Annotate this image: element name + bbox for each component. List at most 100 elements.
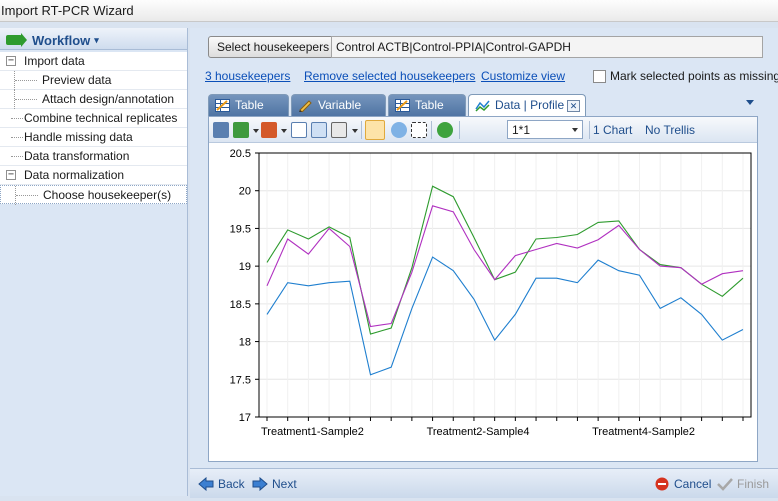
- window-title-bar: Import RT-PCR Wizard: [0, 0, 778, 22]
- tree-connector: [11, 137, 23, 138]
- save-image-icon[interactable]: [311, 122, 327, 138]
- chevron-down-icon: ▾: [94, 34, 99, 45]
- workflow-label: Workflow: [32, 32, 91, 48]
- window-title: Import RT-PCR Wizard: [1, 3, 134, 18]
- next-label: Next: [272, 477, 297, 491]
- remove-selected-housekeepers-link[interactable]: Remove selected housekeepers: [304, 69, 475, 83]
- sidebar-item-label: Handle missing data: [24, 130, 133, 144]
- y-tick-label: 17.5: [230, 374, 251, 386]
- tree-connector: [11, 156, 23, 157]
- sidebar-item-handle-missing-data[interactable]: Handle missing data: [0, 128, 187, 147]
- pointer-select-icon[interactable]: [365, 120, 385, 140]
- tab-table-1[interactable]: Table: [208, 94, 289, 116]
- y-tick-label: 18: [239, 337, 251, 349]
- checkmark-icon: [717, 478, 733, 491]
- back-button[interactable]: Back: [198, 477, 245, 491]
- chart-toolbar: 1*1 1 Chart No Trellis: [209, 117, 757, 143]
- tree-connector: [14, 90, 38, 109]
- toolbar-separator: [459, 121, 460, 139]
- sidebar-item-import-data[interactable]: − Import data: [0, 52, 187, 71]
- chart-count-button[interactable]: 1 Chart: [593, 123, 632, 137]
- close-icon[interactable]: ✕: [567, 100, 580, 112]
- select-housekeepers-button[interactable]: Select housekeepers: [208, 36, 339, 58]
- tab-data-profile[interactable]: Data | Profile ✕: [468, 94, 586, 117]
- profile-chart-icon: [475, 100, 490, 112]
- sidebar-item-label: Choose housekeeper(s): [43, 188, 172, 202]
- trellis-button[interactable]: No Trellis: [645, 123, 695, 137]
- workflow-sidebar: Workflow ▾ − Import data Preview data Attac…: [0, 28, 188, 496]
- table-icon: [215, 99, 230, 112]
- customize-view-link[interactable]: Customize view: [481, 69, 565, 83]
- profile-view-panel: 1*1 1 Chart No Trellis 17 17.5 18 18.5 19 19.…: [208, 116, 758, 462]
- region-select-icon[interactable]: [411, 122, 427, 138]
- profile-line-chart[interactable]: 17 17.5 18 18.5 19 19.5 20 20.5 Treatment1-Sampl…: [209, 143, 757, 461]
- print-dropdown-icon[interactable]: [352, 129, 358, 133]
- x-tick-label: Treatment2-Sample4: [427, 426, 530, 438]
- table-icon: [395, 99, 410, 112]
- sidebar-item-preview-data[interactable]: Preview data: [0, 71, 187, 90]
- sidebar-item-combine-technical-replicates[interactable]: Combine technical replicates: [0, 109, 187, 128]
- zoom-icon[interactable]: [391, 122, 407, 138]
- tree-connector: [11, 118, 23, 119]
- y-tick-label: 19: [239, 261, 251, 273]
- tree-connector: [14, 71, 38, 90]
- next-button[interactable]: Next: [252, 477, 297, 491]
- tab-variable-label: Variable: [318, 98, 362, 112]
- tab-table-1-label: Table: [235, 98, 264, 112]
- print-icon[interactable]: [331, 122, 347, 138]
- sidebar-item-attach-design-annotation[interactable]: Attach design/annotation: [0, 90, 187, 109]
- sidebar-item-label: Attach design/annotation: [42, 92, 175, 106]
- pencil-icon: [299, 100, 312, 112]
- copy-icon[interactable]: [291, 122, 307, 138]
- excel-export-dropdown-icon[interactable]: [253, 129, 259, 133]
- workflow-arrow-icon: [6, 33, 27, 47]
- y-tick-label: 17: [239, 412, 251, 424]
- tab-table-2[interactable]: Table: [388, 94, 466, 116]
- y-tick-label: 20: [239, 186, 251, 198]
- sidebar-item-label: Combine technical replicates: [24, 111, 178, 125]
- cancel-label: Cancel: [674, 477, 712, 491]
- sidebar-item-label: Import data: [24, 54, 85, 68]
- housekeepers-field[interactable]: Control ACTB|Control-PPIA|Control-GAPDH: [331, 36, 763, 58]
- workflow-tree: − Import data Preview data Attach design/an…: [0, 52, 187, 205]
- layout-dropdown-value: 1*1: [512, 123, 531, 137]
- chevron-down-icon: [572, 128, 578, 132]
- finish-label: Finish: [737, 477, 770, 491]
- sidebar-item-data-transformation[interactable]: Data transformation: [0, 147, 187, 166]
- tab-data-profile-label: Data | Profile: [495, 98, 565, 112]
- tab-variable[interactable]: Variable: [291, 94, 386, 116]
- chart-settings-icon[interactable]: [213, 122, 229, 138]
- collapse-icon[interactable]: −: [6, 56, 16, 66]
- y-tick-label: 20.5: [230, 148, 251, 160]
- wizard-footer: Back Next Cancel Finish: [190, 468, 778, 498]
- stop-icon: [655, 477, 669, 491]
- toolbar-separator: [431, 121, 432, 139]
- tab-table-2-label: Table: [415, 98, 444, 112]
- housekeepers-count-link[interactable]: 3 housekeepers: [205, 69, 290, 83]
- sidebar-item-label: Data transformation: [24, 149, 130, 163]
- mark-missing-checkbox[interactable]: [593, 70, 606, 83]
- refresh-icon[interactable]: [437, 122, 453, 138]
- toolbar-separator: [589, 121, 590, 139]
- collapse-icon[interactable]: −: [6, 170, 16, 180]
- layout-dropdown[interactable]: 1*1: [507, 120, 583, 139]
- finish-button[interactable]: Finish: [717, 477, 769, 491]
- main-area: Select housekeepers Control ACTB|Control…: [190, 28, 778, 468]
- powerpoint-export-dropdown-icon[interactable]: [281, 129, 287, 133]
- sidebar-item-choose-housekeeper-s[interactable]: Choose housekeeper(s): [0, 185, 187, 205]
- next-arrow-icon: [252, 477, 268, 491]
- mark-missing-label: Mark selected points as missing: [610, 69, 778, 83]
- plot-area: [259, 153, 751, 417]
- sidebar-item-label: Preview data: [42, 73, 112, 87]
- cancel-button[interactable]: Cancel: [654, 477, 711, 491]
- y-tick-label: 18.5: [230, 299, 251, 311]
- tab-menu-chevron-icon[interactable]: [746, 100, 754, 105]
- powerpoint-export-icon[interactable]: [261, 122, 277, 138]
- toolbar-separator: [361, 121, 362, 139]
- x-tick-label: Treatment1-Sample2: [261, 426, 364, 438]
- sidebar-item-data-normalization[interactable]: − Data normalization: [0, 166, 187, 185]
- x-tick-label: Treatment4-Sample2: [592, 426, 695, 438]
- excel-export-icon[interactable]: [233, 122, 249, 138]
- workflow-menu-button[interactable]: Workflow ▾: [0, 28, 187, 50]
- tree-connector: [15, 186, 39, 205]
